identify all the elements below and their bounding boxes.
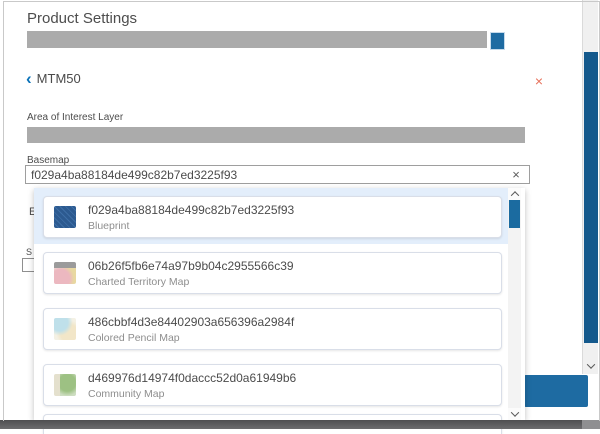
basemap-option-card[interactable]: 486cbbf4d3e84402903a656396a2984f Colored…	[43, 308, 502, 350]
scroll-down-icon[interactable]	[508, 408, 521, 420]
product-title-redacted-bar	[27, 31, 487, 48]
basemap-option-id: 06b26f5fb6e74a97b9b04c2955566c39	[88, 259, 294, 273]
dropdown-scrollbar-thumb[interactable]	[509, 200, 520, 228]
page-title: Product Settings	[27, 10, 137, 27]
blue-swatch-button[interactable]	[490, 32, 505, 50]
basemap-option-meta: f029a4ba88184de499c82b7ed3225f93 Bluepri…	[88, 203, 294, 232]
scroll-up-icon[interactable]	[508, 188, 521, 200]
back-chevron-icon: ‹	[26, 72, 32, 86]
basemap-option-name: Blueprint	[88, 220, 294, 232]
basemap-thumbnail	[54, 374, 76, 396]
clear-input-icon[interactable]: ×	[507, 167, 525, 182]
basemap-option-row[interactable]: 06b26f5fb6e74a97b9b04c2955566c39 Charted…	[34, 244, 511, 300]
basemap-option-id: d469976d14974f0daccc52d0a61949b6	[88, 371, 296, 385]
basemap-option-name: Charted Territory Map	[88, 276, 294, 288]
basemap-option-id: 486cbbf4d3e84402903a656396a2984f	[88, 315, 294, 329]
basemap-option-meta: 486cbbf4d3e84402903a656396a2984f Colored…	[88, 315, 294, 344]
bg-partial-label: S	[26, 247, 32, 257]
close-icon[interactable]: ×	[531, 73, 547, 89]
basemap-input[interactable]	[25, 165, 530, 184]
basemap-thumbnail	[54, 206, 76, 228]
basemap-option-card[interactable]: 06b26f5fb6e74a97b9b04c2955566c39 Charted…	[43, 252, 502, 294]
basemap-option-name: Community Map	[88, 388, 296, 400]
basemap-option-row[interactable]: d469976d14974f0daccc52d0a61949b6 Communi…	[34, 356, 511, 412]
basemap-option-card[interactable]: d469976d14974f0daccc52d0a61949b6 Communi…	[43, 364, 502, 406]
page-scrollbar[interactable]	[582, 0, 598, 374]
primary-action-button[interactable]	[524, 375, 588, 407]
aoi-redacted-input[interactable]	[27, 127, 525, 143]
window-bottom-edge	[0, 420, 600, 429]
basemap-dropdown-list: f029a4ba88184de499c82b7ed3225f93 Bluepri…	[34, 188, 525, 420]
back-button-label: MTM50	[37, 71, 81, 86]
basemap-thumbnail	[54, 262, 76, 284]
back-button[interactable]: ‹ MTM50	[26, 71, 81, 86]
basemap-option-id: f029a4ba88184de499c82b7ed3225f93	[88, 203, 294, 217]
basemap-option-name: Colored Pencil Map	[88, 332, 294, 344]
basemap-option-meta: d469976d14974f0daccc52d0a61949b6 Communi…	[88, 371, 296, 400]
dropdown-scrollbar[interactable]	[508, 188, 521, 420]
basemap-option-row[interactable]: f029a4ba88184de499c82b7ed3225f93 Bluepri…	[34, 188, 511, 244]
basemap-option-rows: f029a4ba88184de499c82b7ed3225f93 Bluepri…	[34, 188, 511, 432]
page-scroll-down-icon[interactable]	[583, 358, 598, 374]
basemap-option-meta: 06b26f5fb6e74a97b9b04c2955566c39 Charted…	[88, 259, 294, 288]
aoi-field-label: Area of Interest Layer	[27, 112, 123, 123]
basemap-option-row[interactable]: 486cbbf4d3e84402903a656396a2984f Colored…	[34, 300, 511, 356]
basemap-thumbnail	[54, 318, 76, 340]
basemap-option-card[interactable]: f029a4ba88184de499c82b7ed3225f93 Bluepri…	[43, 196, 502, 238]
page-scrollbar-thumb[interactable]	[584, 52, 598, 343]
